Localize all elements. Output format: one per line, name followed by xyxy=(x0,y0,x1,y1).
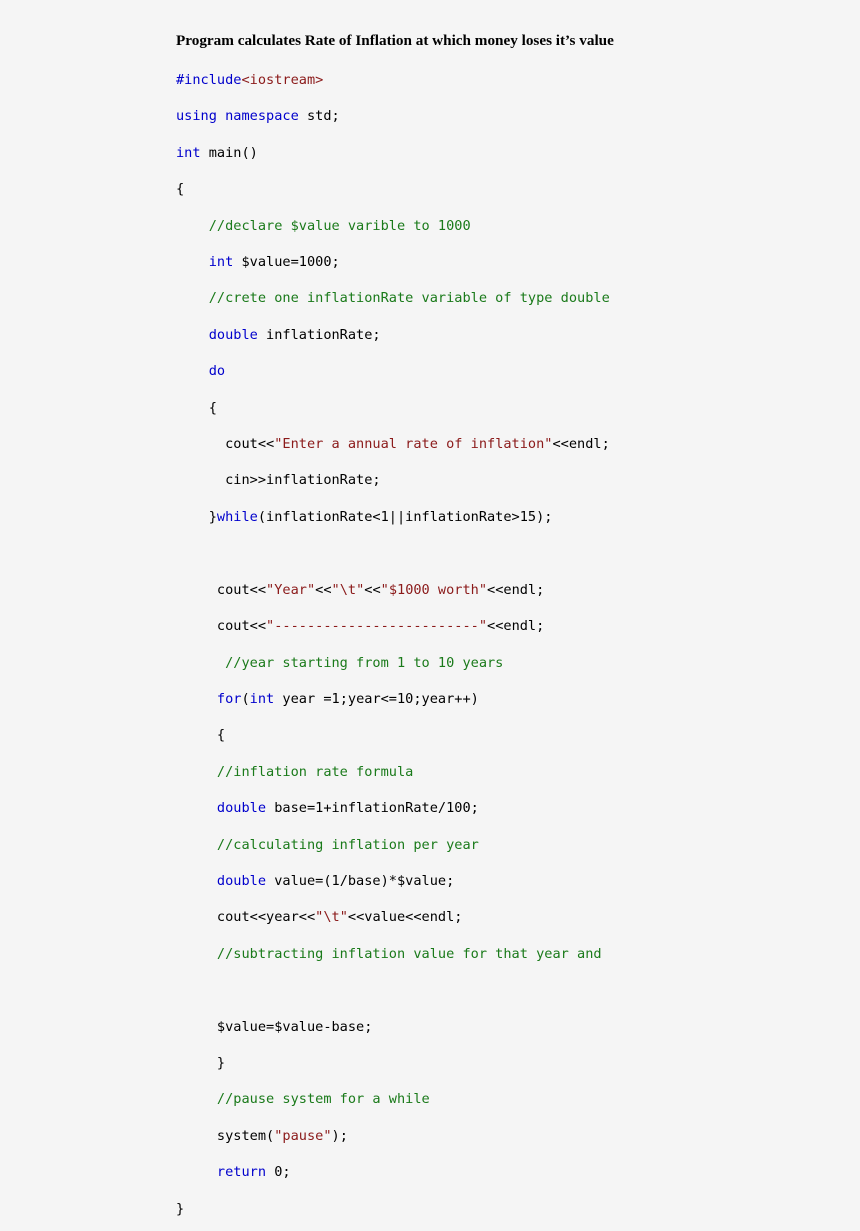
code-token-plain: $value=1000; xyxy=(233,254,340,271)
code-token-plain: ); xyxy=(331,1127,348,1144)
code-token-str: "Year" xyxy=(266,581,316,598)
code-token-plain: std; xyxy=(298,108,340,125)
code-line: using namespace std; xyxy=(176,107,836,125)
code-token-plain: value=(1/base)*$value; xyxy=(266,872,455,889)
code-line: double base=1+inflationRate/100; xyxy=(176,799,836,817)
code-line: { xyxy=(176,180,836,198)
code-token-kw: int xyxy=(176,144,201,161)
code-token-plain: ( xyxy=(241,690,250,707)
code-line: } xyxy=(176,1054,836,1072)
code-line: }while(inflationRate<1||inflationRate>15… xyxy=(176,508,836,526)
code-token-plain: } xyxy=(176,1200,185,1217)
code-line: { xyxy=(176,399,836,417)
code-line: //pause system for a while xyxy=(176,1090,836,1108)
code-token-plain: } xyxy=(176,1054,226,1071)
code-token-kw: while xyxy=(216,508,258,525)
code-line: do xyxy=(176,362,836,380)
code-token-plain: <<value<<endl; xyxy=(347,909,463,926)
code-token-plain: <<endl; xyxy=(552,436,610,453)
code-token-plain: { xyxy=(176,399,217,416)
code-token-cmt: //declare $value varible to 1000 xyxy=(176,217,471,234)
code-token-cmt: //crete one inflationRate variable of ty… xyxy=(176,290,610,307)
code-line: } xyxy=(176,1200,836,1218)
code-token-plain: cout<< xyxy=(176,436,275,453)
code-token-kw: return xyxy=(176,1164,267,1181)
code-token-kw: for xyxy=(176,690,242,707)
code-line: int $value=1000; xyxy=(176,253,836,271)
code-token-plain: { xyxy=(176,181,185,198)
code-token-plain: << xyxy=(364,581,381,598)
code-token-plain: cout<< xyxy=(176,618,267,635)
code-line: cout<<year<<"\t"<<value<<endl; xyxy=(176,908,836,926)
code-line: system("pause"); xyxy=(176,1127,836,1145)
code-line: return 0; xyxy=(176,1163,836,1181)
code-token-kw: #include xyxy=(176,72,242,88)
code-token-kw: do xyxy=(176,363,226,380)
code-line: $value=$value-base; xyxy=(176,1018,836,1036)
code-token-plain: <<endl; xyxy=(487,618,545,635)
code-token-plain: cout<< xyxy=(176,581,267,598)
code-token-kw: int xyxy=(176,254,234,271)
code-token-plain: $value=$value-base; xyxy=(176,1018,373,1035)
code-line: //crete one inflationRate variable of ty… xyxy=(176,289,836,307)
code-token-plain: cout<<year<< xyxy=(176,909,316,926)
code-token-plain: system( xyxy=(176,1127,275,1144)
code-line: #include<iostream> xyxy=(176,71,836,89)
code-token-plain: cin>>inflationRate; xyxy=(176,472,381,489)
page-canvas: Program calculates Rate of Inflation at … xyxy=(0,0,860,1217)
code-line: //declare $value varible to 1000 xyxy=(176,217,836,235)
code-token-str: "\t" xyxy=(315,909,348,926)
code-line: cin>>inflationRate; xyxy=(176,471,836,489)
code-line: { xyxy=(176,726,836,744)
code-line: cout<<"-------------------------"<<endl; xyxy=(176,617,836,635)
code-token-cmt: //calculating inflation per year xyxy=(176,836,479,853)
code-token-cmt: //pause system for a while xyxy=(176,1091,430,1108)
code-token-str: <iostream> xyxy=(241,72,324,88)
code-token-kw: double xyxy=(176,326,258,343)
code-line: double value=(1/base)*$value; xyxy=(176,872,836,890)
code-token-kw: double xyxy=(176,800,267,817)
code-token-plain: (inflationRate<1||inflationRate>15); xyxy=(257,508,553,525)
code-token-plain: base=1+inflationRate/100; xyxy=(266,800,479,817)
code-line: //subtracting inflation value for that y… xyxy=(176,945,836,963)
code-token-str: "Enter a annual rate of inflation" xyxy=(274,436,553,453)
code-token-plain: << xyxy=(315,581,332,598)
code-token-kw: using namespace xyxy=(176,108,299,125)
source-code-block: #include<iostream> using namespace std; … xyxy=(176,71,836,1218)
code-token-plain: <<endl; xyxy=(487,581,545,598)
code-token-plain: inflationRate; xyxy=(257,326,381,343)
code-token-kw: int xyxy=(249,690,275,707)
code-line: cout<<"Year"<<"\t"<<"$1000 worth"<<endl; xyxy=(176,581,836,599)
code-line: int main() xyxy=(176,144,836,162)
code-token-plain: { xyxy=(176,727,226,744)
code-line: //calculating inflation per year xyxy=(176,836,836,854)
code-line: //inflation rate formula xyxy=(176,763,836,781)
code-token-str: "\t" xyxy=(331,581,365,598)
code-token-plain: main() xyxy=(200,144,258,161)
code-line: //year starting from 1 to 10 years xyxy=(176,654,836,672)
code-token-plain: 0; xyxy=(266,1164,291,1181)
content-column: Program calculates Rate of Inflation at … xyxy=(176,32,836,1231)
page-title: Program calculates Rate of Inflation at … xyxy=(176,32,614,49)
code-token-str: "$1000 worth" xyxy=(380,581,488,598)
code-line: double inflationRate; xyxy=(176,326,836,344)
code-token-cmt: //year starting from 1 to 10 years xyxy=(176,654,504,671)
code-line: cout<<"Enter a annual rate of inflation"… xyxy=(176,435,836,453)
code-token-plain: year =1;year<=10;year++) xyxy=(274,690,479,707)
code-token-str: "pause" xyxy=(274,1127,332,1144)
code-token-plain: } xyxy=(176,508,217,525)
code-token-kw: double xyxy=(176,872,267,889)
code-token-cmt: //subtracting inflation value for that y… xyxy=(176,945,602,962)
code-token-cmt: //inflation rate formula xyxy=(176,763,414,780)
code-token-str: "-------------------------" xyxy=(266,618,488,635)
